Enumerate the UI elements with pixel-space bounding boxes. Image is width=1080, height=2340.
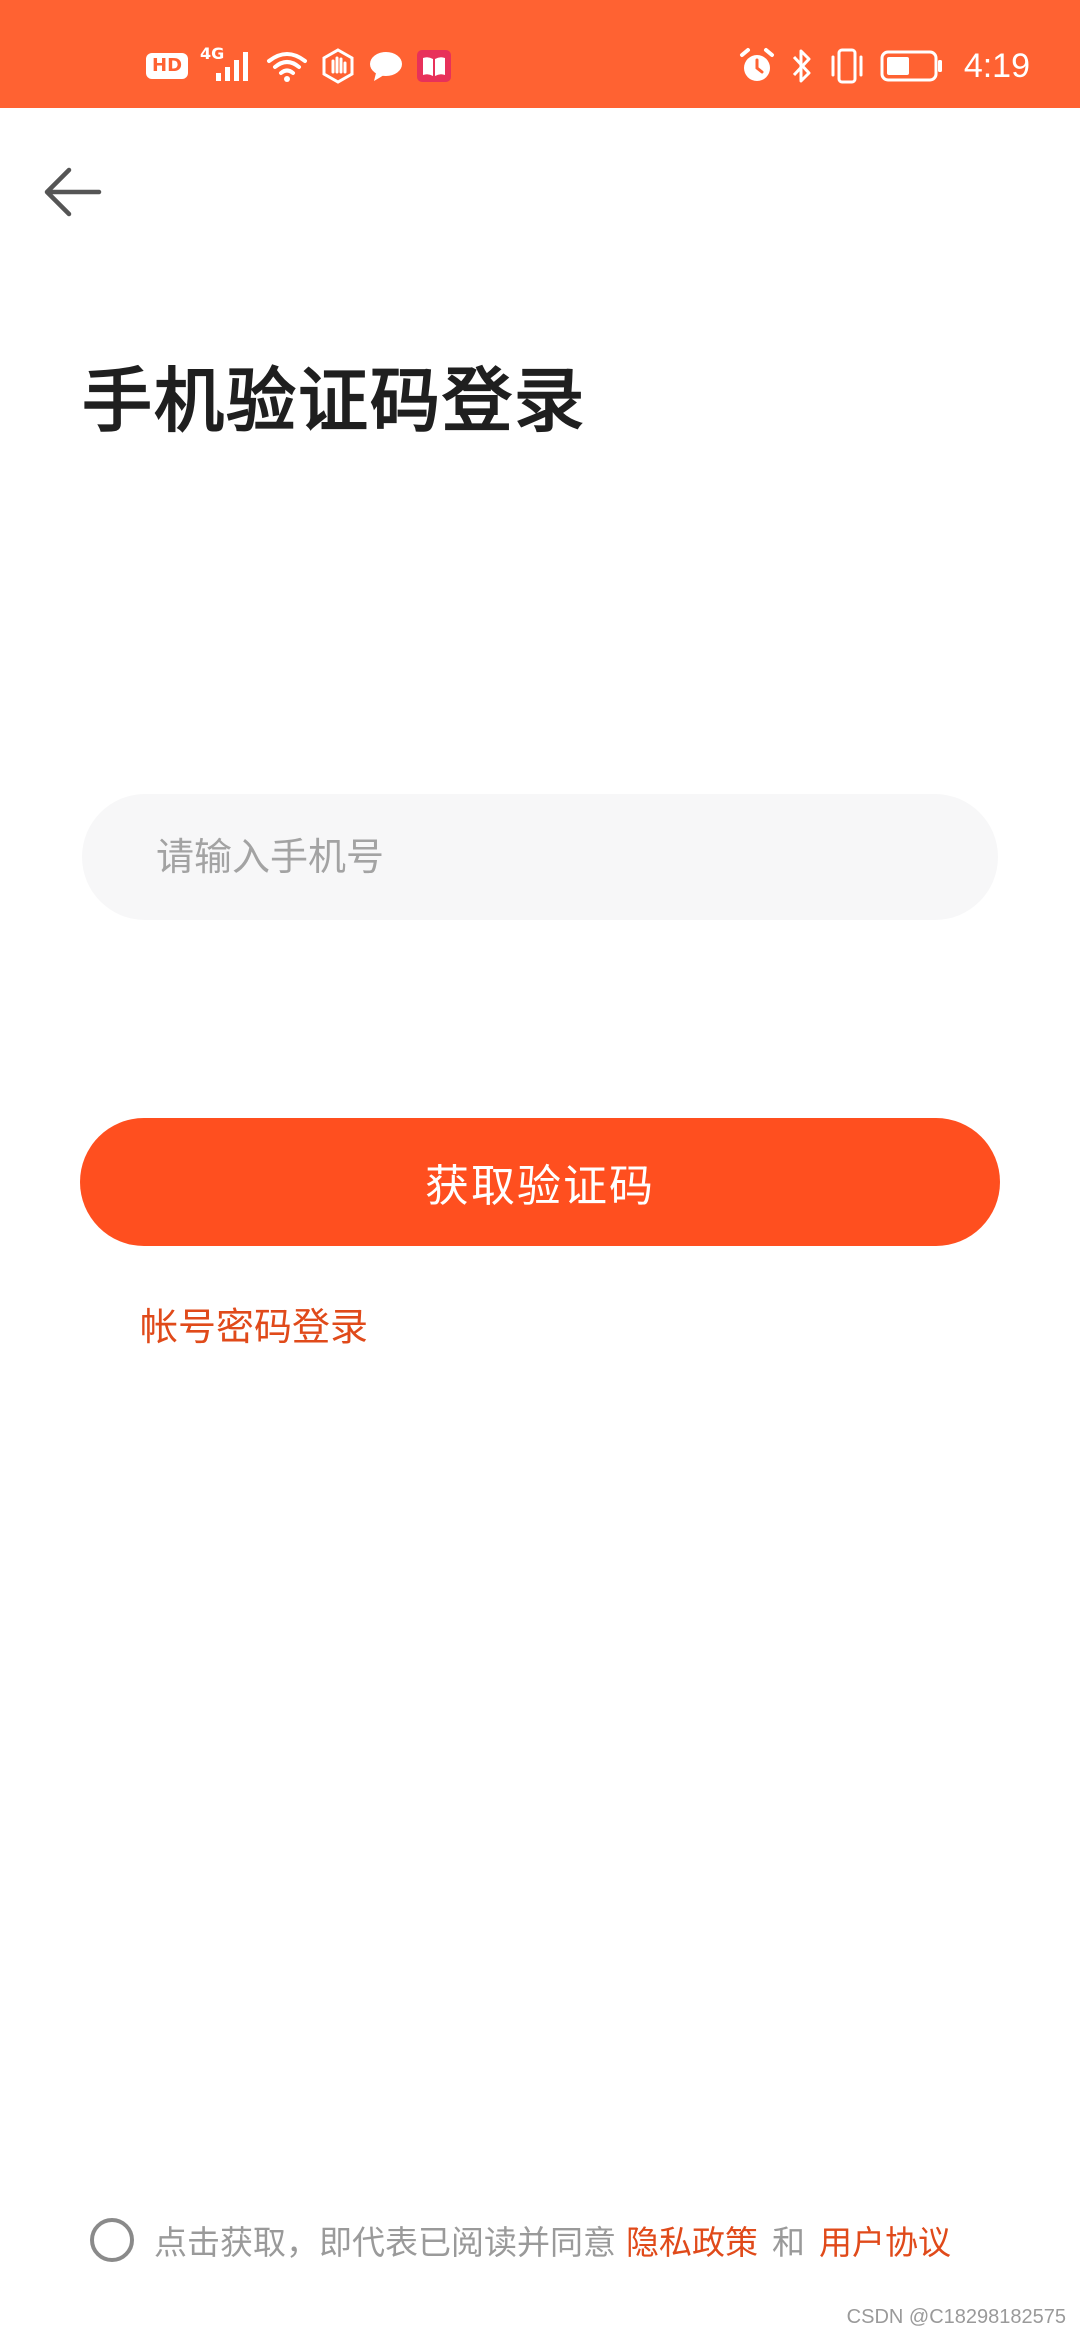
status-bar-right-icons: 4:19 [738, 44, 1030, 88]
hand-icon [320, 48, 356, 84]
hd-icon: HD [146, 53, 189, 79]
page-title: 手机验证码登录 [82, 360, 586, 442]
user-agreement-link[interactable]: 用户协议 [819, 2216, 951, 2264]
vibrate-icon [828, 47, 866, 85]
agreement-row: 点击获取，即代表已阅读并同意 隐私政策 和 用户协议 [90, 2212, 951, 2268]
battery-icon [880, 49, 944, 83]
bluetooth-icon [790, 47, 814, 85]
status-bar: HD 4G 4:19 [0, 0, 1080, 108]
network-type-label: 4G [200, 44, 225, 63]
phone-number-input[interactable] [156, 794, 956, 920]
alarm-icon [738, 47, 776, 85]
watermark: CSDN @C18298182575 [846, 2306, 1066, 2328]
chat-icon [368, 49, 404, 83]
signal-icon: 4G [200, 44, 254, 83]
arrow-left-icon [44, 167, 102, 217]
phone-input-container [82, 794, 998, 920]
wifi-icon [266, 49, 308, 83]
privacy-policy-link[interactable]: 隐私政策 [626, 2216, 758, 2264]
password-login-link[interactable]: 帐号密码登录 [140, 1300, 368, 1354]
agreement-and-text: 和 [772, 2223, 805, 2262]
get-verification-code-button[interactable]: 获取验证码 [80, 1118, 1000, 1246]
status-bar-left-icons: HD 4G [146, 44, 452, 88]
agreement-checkbox[interactable] [90, 2218, 134, 2262]
book-icon [416, 49, 452, 83]
back-button[interactable] [36, 156, 108, 228]
clock-time: 4:19 [963, 46, 1030, 85]
agreement-prefix-text: 点击获取，即代表已阅读并同意 [154, 2223, 616, 2262]
